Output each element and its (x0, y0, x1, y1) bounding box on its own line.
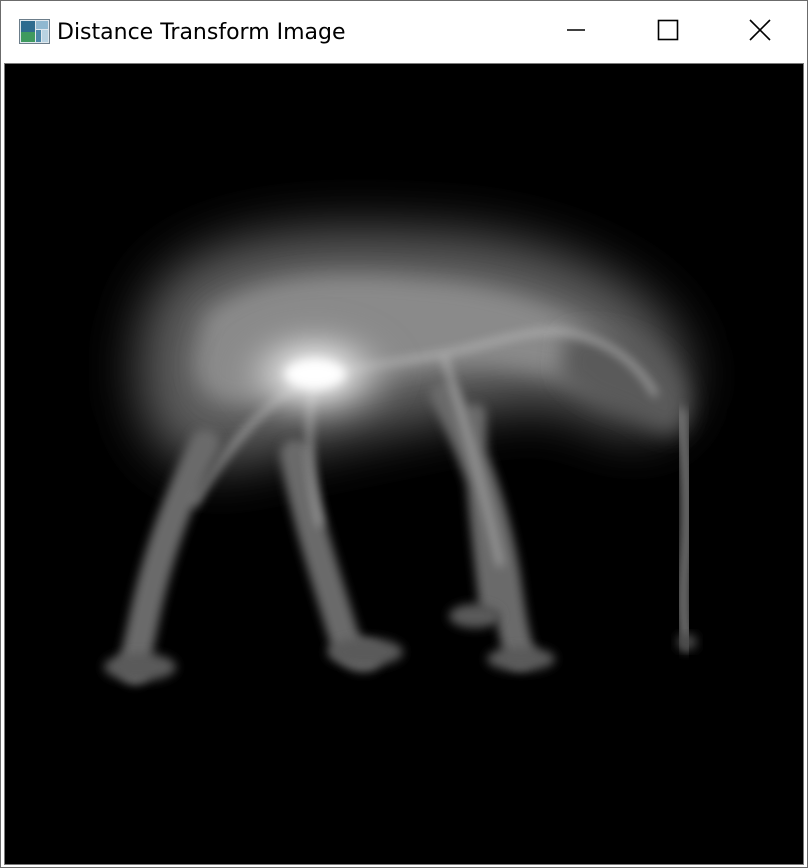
minimize-icon (566, 20, 586, 44)
distance-transform-image (104, 229, 697, 684)
app-window: Distance Transform Image (0, 0, 808, 868)
maximize-icon (657, 19, 679, 45)
image-canvas[interactable] (4, 63, 804, 865)
close-icon (749, 19, 771, 45)
app-image-icon (19, 19, 50, 44)
window-title: Distance Transform Image (57, 20, 346, 45)
minimize-button[interactable] (530, 1, 622, 63)
maximize-button[interactable] (622, 1, 714, 63)
title-bar[interactable]: Distance Transform Image (1, 1, 807, 63)
elephant-trunk (674, 407, 695, 651)
close-button[interactable] (714, 1, 806, 63)
elephant-tail (677, 634, 697, 650)
